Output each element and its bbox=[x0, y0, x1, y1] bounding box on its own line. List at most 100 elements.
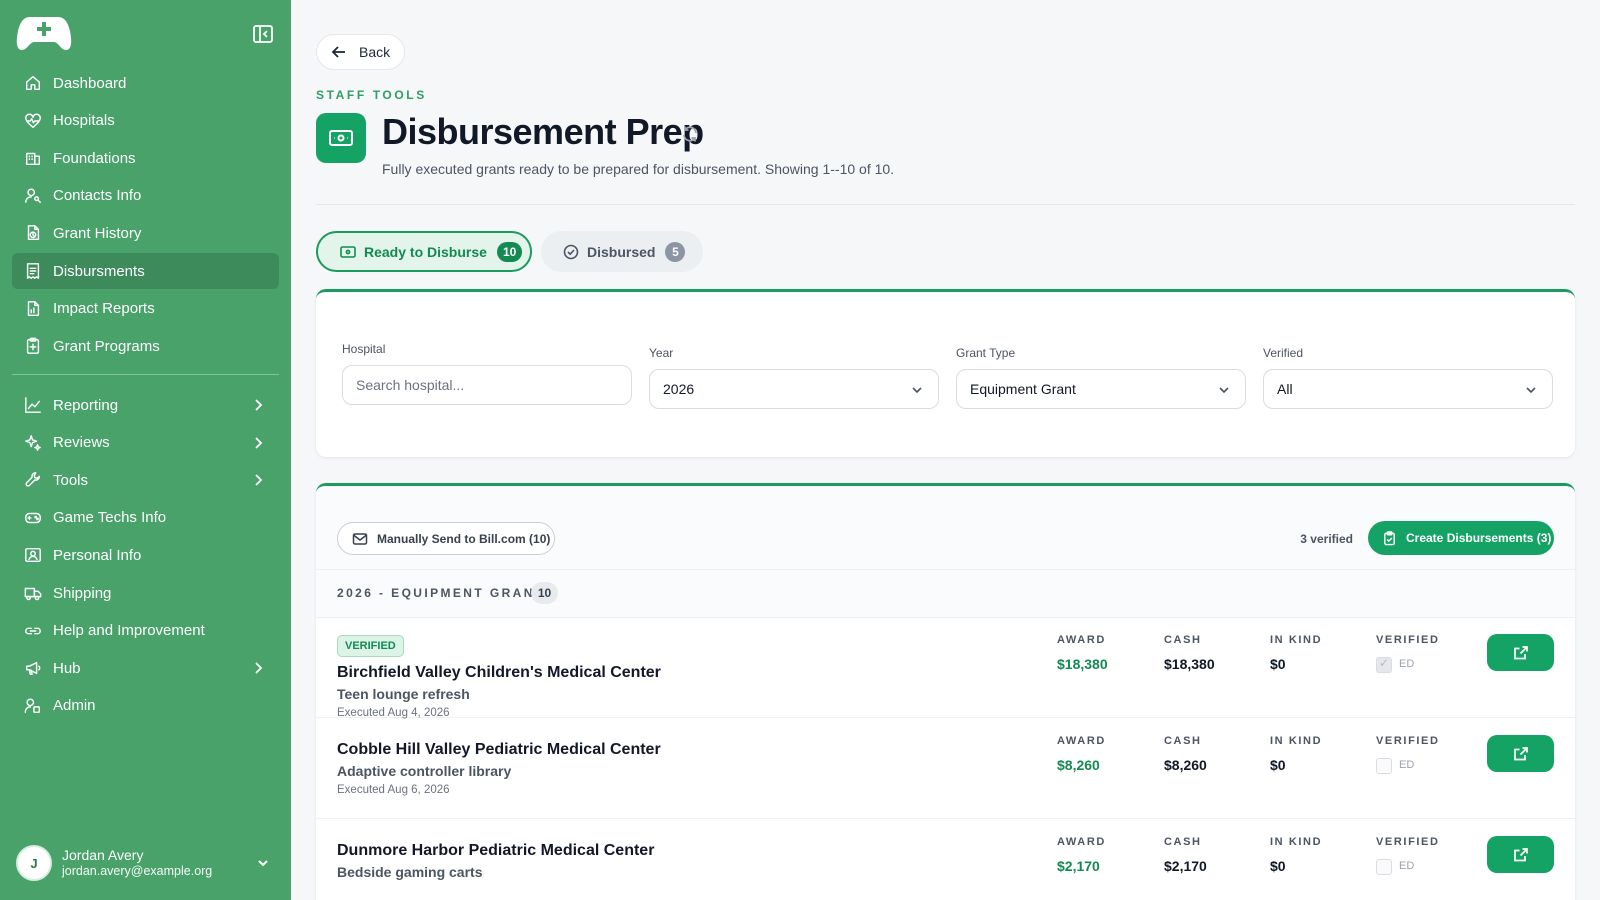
grant-row: Cobble Hill Valley Pediatric Medical Cen… bbox=[316, 719, 1575, 819]
sidebar-item-label: Reviews bbox=[53, 434, 110, 452]
manual-send-label: Manually Send to Bill.com (10) bbox=[377, 531, 551, 546]
external-link-icon bbox=[1513, 847, 1528, 861]
sidebar-item-reporting[interactable]: Reporting bbox=[12, 387, 279, 423]
open-grant-button[interactable] bbox=[1487, 735, 1554, 772]
sidebar-divider bbox=[12, 374, 279, 375]
line-chart-icon bbox=[23, 395, 43, 415]
mail-icon bbox=[352, 532, 368, 545]
cash-header: CASH bbox=[1164, 735, 1202, 747]
in-kind-value: $0 bbox=[1270, 858, 1286, 874]
gamepad-plus-logo[interactable] bbox=[16, 14, 72, 52]
sidebar-item-shipping[interactable]: Shipping bbox=[12, 575, 279, 611]
sidebar-item-label: Help and Improvement bbox=[53, 622, 205, 640]
list-toolbar: Manually Send to Bill.com (10) 3 verifie… bbox=[316, 486, 1575, 570]
sidebar-item-label: Shipping bbox=[53, 584, 112, 602]
manual-send-button[interactable]: Manually Send to Bill.com (10) bbox=[337, 522, 555, 555]
wrench-icon bbox=[23, 470, 43, 490]
verified-checkbox[interactable] bbox=[1376, 859, 1392, 875]
refresh-icon[interactable] bbox=[681, 125, 699, 143]
executed-date: Executed Aug 6, 2026 bbox=[337, 784, 450, 796]
sidebar-item-label: Game Techs Info bbox=[53, 509, 167, 527]
cash-value: $2,170 bbox=[1164, 858, 1207, 874]
eyebrow: STAFF TOOLS bbox=[316, 88, 427, 102]
gamepad-icon bbox=[23, 508, 43, 528]
sidebar-item-admin[interactable]: Admin bbox=[12, 688, 279, 724]
verified-header: VERIFIED bbox=[1376, 634, 1440, 646]
in-kind-header: IN KIND bbox=[1270, 735, 1323, 747]
verified-badge: VERIFIED bbox=[337, 635, 404, 657]
sidebar-item-grant-history[interactable]: Grant History bbox=[12, 215, 279, 251]
home-icon bbox=[23, 73, 43, 93]
executed-date: Executed Aug 4, 2026 bbox=[337, 707, 450, 719]
verified-checkbox[interactable] bbox=[1376, 656, 1392, 673]
cash-value: $18,380 bbox=[1164, 656, 1215, 672]
cash-header: CASH bbox=[1164, 836, 1202, 848]
open-grant-button[interactable] bbox=[1487, 836, 1554, 873]
hospital-filter-label: Hospital bbox=[342, 342, 386, 356]
cash-header: CASH bbox=[1164, 634, 1202, 646]
hospital-search-input[interactable]: Search hospital... bbox=[342, 365, 632, 405]
sidebar-item-help-and-improvement[interactable]: Help and Improvement bbox=[12, 613, 279, 649]
create-disbursements-button[interactable]: Create Disbursements (3) bbox=[1368, 521, 1554, 555]
sidebar-item-grant-programs[interactable]: Grant Programs bbox=[12, 328, 279, 364]
sidebar-item-tools[interactable]: Tools bbox=[12, 462, 279, 498]
hospital-name: Cobble Hill Valley Pediatric Medical Cen… bbox=[337, 741, 661, 758]
tab-count: 10 bbox=[496, 241, 523, 262]
tab-disbursed[interactable]: Disbursed 5 bbox=[541, 231, 703, 272]
grant-row: Dunmore Harbor Pediatric Medical Center B… bbox=[316, 820, 1575, 900]
sidebar-item-game-techs-info[interactable]: Game Techs Info bbox=[12, 500, 279, 536]
receipt-icon bbox=[23, 261, 43, 281]
sidebar-item-label: Reporting bbox=[53, 396, 119, 414]
verified-select[interactable]: All bbox=[1263, 369, 1553, 409]
banknote-icon bbox=[340, 245, 356, 258]
external-link-icon bbox=[1513, 746, 1528, 760]
award-header: AWARD bbox=[1057, 634, 1106, 646]
avatar: J bbox=[16, 845, 52, 881]
grant-type-select[interactable]: Equipment Grant bbox=[956, 369, 1246, 409]
project-name: Bedside gaming carts bbox=[337, 864, 483, 880]
chevron-right-icon bbox=[255, 399, 263, 411]
project-name: Adaptive controller library bbox=[337, 763, 512, 779]
sidebar-item-contacts-info[interactable]: Contacts Info bbox=[12, 178, 279, 214]
verified-header: VERIFIED bbox=[1376, 735, 1440, 747]
grant-type-filter-label: Grant Type bbox=[956, 346, 1016, 360]
user-name: Jordan Avery bbox=[62, 847, 144, 863]
heart-pulse-icon bbox=[23, 111, 43, 131]
group-title: 2026 - EQUIPMENT GRANT bbox=[337, 586, 545, 600]
sidebar-item-dashboard[interactable]: Dashboard bbox=[12, 65, 279, 101]
page-title: Disbursement Prep bbox=[382, 111, 704, 152]
sidebar-item-foundations[interactable]: Foundations bbox=[12, 140, 279, 176]
verified-header: VERIFIED bbox=[1376, 836, 1440, 848]
banknote-icon bbox=[316, 113, 366, 163]
clipboard-plus-icon bbox=[23, 336, 43, 356]
verified-checkbox-label: ED bbox=[1399, 658, 1415, 670]
in-kind-value: $0 bbox=[1270, 656, 1286, 672]
sidebar-item-label: Disbursments bbox=[53, 262, 145, 280]
sidebar-item-impact-reports[interactable]: Impact Reports bbox=[12, 291, 279, 327]
open-grant-button[interactable] bbox=[1487, 634, 1554, 671]
verified-checkbox[interactable] bbox=[1376, 758, 1392, 774]
chevron-down-icon bbox=[258, 860, 268, 867]
sidebar-item-label: Hub bbox=[53, 659, 81, 677]
tab-ready-to-disburse[interactable]: Ready to Disburse 10 bbox=[316, 231, 532, 272]
verified-filter-label: Verified bbox=[1263, 346, 1304, 360]
sidebar-item-label: Impact Reports bbox=[53, 300, 155, 318]
sidebar-item-label: Grant Programs bbox=[53, 337, 160, 355]
sidebar-item-personal-info[interactable]: Personal Info bbox=[12, 537, 279, 573]
sidebar-collapse-icon[interactable] bbox=[252, 24, 274, 44]
sidebar-item-hospitals[interactable]: Hospitals bbox=[12, 103, 279, 139]
back-button[interactable]: Back bbox=[316, 34, 405, 70]
project-name: Teen lounge refresh bbox=[337, 686, 470, 702]
sidebar-item-disbursments[interactable]: Disbursments bbox=[12, 253, 279, 289]
sidebar-item-reviews[interactable]: Reviews bbox=[12, 425, 279, 461]
award-value: $2,170 bbox=[1057, 858, 1100, 874]
file-chart-icon bbox=[23, 299, 43, 319]
year-select[interactable]: 2026 bbox=[649, 369, 939, 409]
sidebar-item-hub[interactable]: Hub bbox=[12, 650, 279, 686]
year-value: 2026 bbox=[663, 381, 695, 397]
sidebar-item-label: Hospitals bbox=[53, 112, 115, 130]
truck-icon bbox=[23, 583, 43, 603]
user-menu[interactable]: J Jordan Avery jordan.avery@example.org bbox=[16, 844, 276, 882]
sidebar-item-label: Tools bbox=[53, 471, 89, 489]
chevron-right-icon bbox=[255, 662, 263, 674]
